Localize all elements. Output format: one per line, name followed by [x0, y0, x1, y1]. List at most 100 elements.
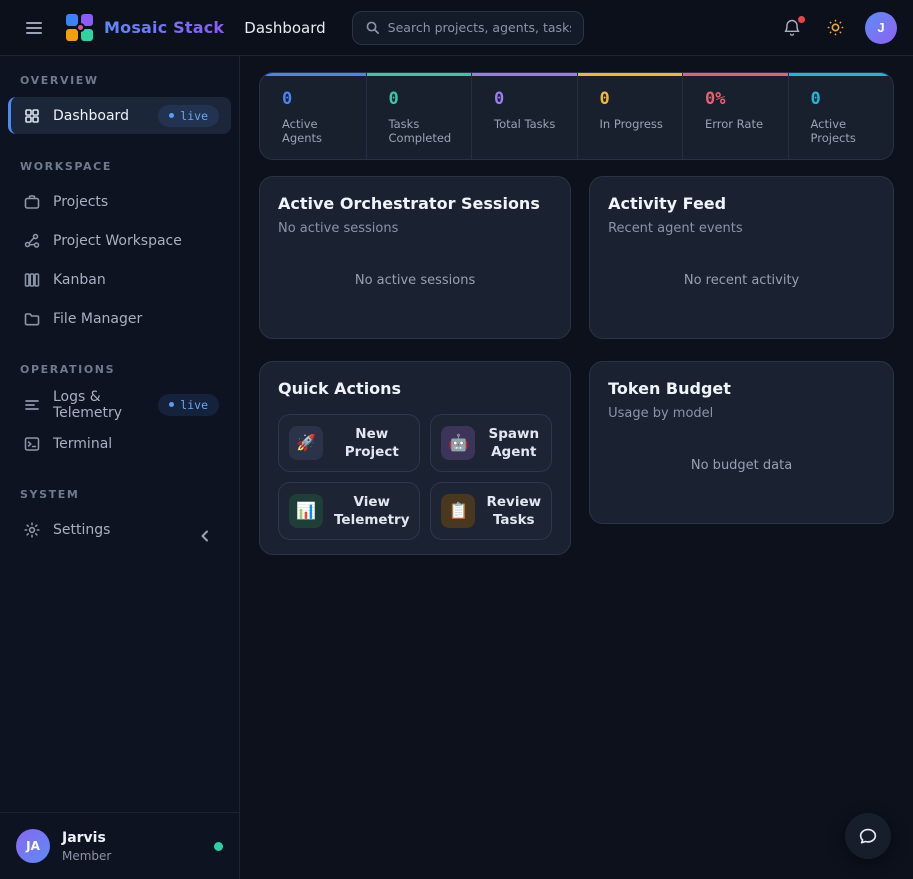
search-input[interactable]: [388, 20, 571, 35]
card-title: Active Orchestrator Sessions: [278, 194, 552, 213]
quick-actions-grid: 🚀 New Project 🤖 Spawn Agent 📊 View Telem…: [278, 414, 552, 540]
spawn-agent-button[interactable]: 🤖 Spawn Agent: [430, 414, 552, 472]
sidebar-item-label: Logs & Telemetry: [53, 389, 146, 421]
sidebar-collapse-button[interactable]: [193, 524, 217, 548]
stat-label: Error Rate: [705, 117, 780, 131]
card-token-budget: Token Budget Usage by model No budget da…: [589, 361, 894, 524]
hamburger-icon: [24, 18, 44, 38]
theme-toggle-button[interactable]: [822, 14, 849, 41]
robot-icon: 🤖: [441, 426, 475, 460]
sidebar-user-card[interactable]: JA Jarvis Member: [0, 812, 239, 879]
menu-toggle-button[interactable]: [16, 10, 52, 46]
user-name: Jarvis: [62, 830, 111, 846]
stat-label: Active Agents: [282, 117, 358, 145]
card-orchestrator-sessions: Active Orchestrator Sessions No active s…: [259, 176, 571, 339]
nodes-icon: [23, 232, 41, 250]
briefcase-icon: [23, 193, 41, 211]
sidebar: OVERVIEW Dashboard live WORKSPACE Projec…: [0, 56, 240, 879]
sidebar-item-kanban[interactable]: Kanban: [8, 261, 231, 298]
sun-icon: [826, 18, 845, 37]
stat-value: 0: [600, 89, 675, 109]
quick-action-label: Spawn Agent: [486, 425, 541, 461]
card-subtitle: Recent agent events: [608, 221, 875, 236]
sidebar-item-label: Dashboard: [53, 108, 129, 124]
stat-accent-bar: [578, 73, 683, 76]
main-content: 0 Active Agents 0 Tasks Completed 0 Tota…: [240, 56, 913, 879]
card-title: Token Budget: [608, 379, 875, 398]
sidebar-item-projects[interactable]: Projects: [8, 183, 231, 220]
card-quick-actions: Quick Actions 🚀 New Project 🤖 Spawn Agen…: [259, 361, 571, 555]
rocket-icon: 🚀: [289, 426, 323, 460]
stat-accent-bar: [260, 73, 366, 76]
stat-accent-bar: [367, 73, 472, 76]
stat-in-progress: 0 In Progress: [577, 73, 683, 159]
new-project-button[interactable]: 🚀 New Project: [278, 414, 420, 472]
section-label-workspace: WORKSPACE: [0, 150, 239, 181]
stat-value: 0: [811, 89, 886, 109]
notifications-button[interactable]: [778, 14, 806, 42]
view-telemetry-button[interactable]: 📊 View Telemetry: [278, 482, 420, 540]
quick-action-label: New Project: [334, 425, 409, 461]
card-subtitle: Usage by model: [608, 406, 875, 421]
quick-action-label: Review Tasks: [486, 493, 541, 529]
dashboard-cards-grid: Active Orchestrator Sessions No active s…: [259, 176, 894, 555]
terminal-icon: [23, 435, 41, 453]
section-label-overview: OVERVIEW: [0, 64, 239, 95]
sidebar-item-logs-telemetry[interactable]: Logs & Telemetry live: [8, 386, 231, 423]
sidebar-item-dashboard[interactable]: Dashboard live: [8, 97, 231, 134]
notification-dot: [798, 16, 805, 23]
sidebar-item-file-manager[interactable]: File Manager: [8, 300, 231, 337]
online-status-dot: [214, 842, 223, 851]
stat-accent-bar: [789, 73, 894, 76]
stats-row: 0 Active Agents 0 Tasks Completed 0 Tota…: [259, 72, 894, 160]
stat-label: Total Tasks: [494, 117, 569, 131]
chat-bubble-icon: [857, 825, 879, 847]
stat-active-projects: 0 Active Projects: [788, 73, 894, 159]
section-label-operations: OPERATIONS: [0, 353, 239, 384]
empty-state-text: No recent activity: [608, 236, 875, 324]
card-subtitle: No active sessions: [278, 221, 552, 236]
stat-accent-bar: [472, 73, 577, 76]
section-label-system: SYSTEM: [0, 478, 239, 509]
empty-state-text: No budget data: [608, 421, 875, 509]
logs-icon: [23, 396, 41, 414]
sidebar-item-label: Terminal: [53, 436, 112, 452]
chat-button[interactable]: [845, 813, 891, 859]
folder-icon: [23, 310, 41, 328]
sidebar-item-label: File Manager: [53, 311, 142, 327]
review-tasks-button[interactable]: 📋 Review Tasks: [430, 482, 552, 540]
bar-chart-icon: 📊: [289, 494, 323, 528]
empty-state-text: No active sessions: [278, 236, 552, 324]
stat-value: 0%: [705, 89, 780, 109]
sidebar-item-terminal[interactable]: Terminal: [8, 425, 231, 462]
kanban-columns-icon: [23, 271, 41, 289]
stat-accent-bar: [683, 73, 788, 76]
brand-title: Mosaic Stack: [104, 18, 224, 37]
card-title: Activity Feed: [608, 194, 875, 213]
sidebar-item-label: Project Workspace: [53, 233, 182, 249]
stat-active-agents: 0 Active Agents: [260, 73, 366, 159]
sidebar-item-label: Projects: [53, 194, 108, 210]
chevron-left-icon: [197, 528, 213, 544]
top-bar: Mosaic Stack Dashboard: [0, 0, 913, 56]
stat-value: 0: [389, 89, 464, 109]
quick-action-label: View Telemetry: [334, 493, 409, 529]
global-search[interactable]: [352, 11, 584, 45]
stat-label: Tasks Completed: [389, 117, 464, 145]
user-avatar-small: JA: [16, 829, 50, 863]
stat-tasks-completed: 0 Tasks Completed: [366, 73, 472, 159]
stat-total-tasks: 0 Total Tasks: [471, 73, 577, 159]
card-activity-feed: Activity Feed Recent agent events No rec…: [589, 176, 894, 339]
clipboard-icon: 📋: [441, 494, 475, 528]
sidebar-item-project-workspace[interactable]: Project Workspace: [8, 222, 231, 259]
user-avatar[interactable]: J: [865, 12, 897, 44]
stat-label: In Progress: [600, 117, 675, 131]
page-title: Dashboard: [244, 19, 325, 37]
sidebar-item-label: Kanban: [53, 272, 106, 288]
stat-value: 0: [494, 89, 569, 109]
stat-error-rate: 0% Error Rate: [682, 73, 788, 159]
live-dot-icon: [169, 402, 174, 407]
card-title: Quick Actions: [278, 379, 552, 398]
live-badge: live: [158, 105, 219, 127]
dashboard-grid-icon: [23, 107, 41, 125]
